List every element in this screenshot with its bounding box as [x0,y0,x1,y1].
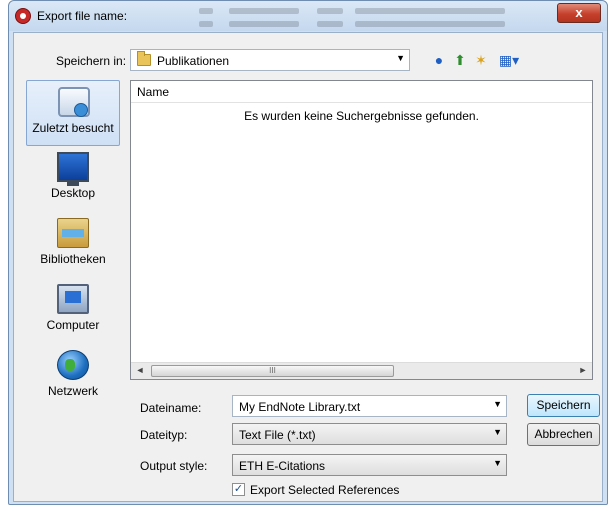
place-label: Computer [46,318,100,332]
place-network[interactable]: Netzwerk [26,344,120,410]
column-header[interactable]: Name [131,81,592,103]
save-button[interactable]: Speichern [527,394,600,417]
place-libraries[interactable]: Bibliotheken [26,212,120,278]
file-list[interactable]: Name Es wurden keine Suchergebnisse gefu… [130,80,593,380]
scroll-thumb[interactable]: III [151,365,394,377]
network-icon [57,350,89,380]
new-folder-icon[interactable]: ✶ [471,50,491,70]
place-label: Bibliotheken [40,252,106,266]
save-in-value: Publikationen [157,54,230,68]
chevron-down-icon: ▼ [493,427,502,437]
filetype-value: Text File (*.txt) [239,428,316,442]
window-title: Export file name: [37,9,128,23]
place-label: Netzwerk [47,384,98,398]
chevron-down-icon: ▼ [493,458,502,468]
place-desktop[interactable]: Desktop [26,146,120,212]
places-bar: Zuletzt besucht Desktop Bibliotheken Com… [26,80,120,493]
title-bar[interactable]: Export file name: x [9,1,607,31]
place-label: Desktop [50,186,96,200]
filename-field[interactable]: My EndNote Library.txt ▼ [232,395,507,417]
output-style-value: ETH E-Citations [239,459,326,473]
export-selected-checkbox[interactable]: ✓ [232,483,245,496]
background-window-ghost [189,5,589,27]
export-selected-label[interactable]: Export Selected References [250,483,399,497]
chevron-down-icon[interactable]: ▼ [493,399,502,409]
export-dialog: Export file name: x Speichern in: Publik… [8,0,608,505]
column-name-header[interactable]: Name [137,85,169,99]
save-in-dropdown[interactable]: Publikationen ▼ [130,49,410,71]
folder-icon [137,51,151,66]
scroll-right-icon[interactable]: ► [576,365,590,375]
save-in-label: Speichern in: [56,54,127,68]
horizontal-scrollbar[interactable]: ◄ III ► [131,362,592,379]
desktop-icon [57,152,89,186]
up-folder-icon[interactable]: ⬆ [450,50,470,70]
dialog-body: Speichern in: Publikationen ▼ ● ⬆ ✶ ▦▾ Z… [13,32,603,502]
output-style-label: Output style: [140,459,208,473]
filename-label: Dateiname: [140,401,202,415]
empty-results-message: Es wurden keine Suchergebnisse gefunden. [244,109,479,123]
endnote-app-icon [15,8,31,24]
output-style-dropdown[interactable]: ETH E-Citations ▼ [232,454,507,476]
close-button[interactable]: x [557,3,601,23]
back-icon[interactable]: ● [429,50,449,70]
scroll-left-icon[interactable]: ◄ [133,365,147,375]
place-recent[interactable]: Zuletzt besucht [26,80,120,146]
cancel-button[interactable]: Abbrechen [527,423,600,446]
filetype-dropdown[interactable]: Text File (*.txt) ▼ [232,423,507,445]
filetype-label: Dateityp: [140,428,188,442]
views-menu-icon[interactable]: ▦▾ [494,50,524,70]
place-label: Zuletzt besucht [32,121,114,135]
filename-value[interactable]: My EndNote Library.txt [239,400,360,414]
libraries-icon [57,218,89,248]
chevron-down-icon: ▼ [396,53,405,63]
place-computer[interactable]: Computer [26,278,120,344]
recent-places-icon [58,87,90,117]
computer-icon [57,284,89,314]
